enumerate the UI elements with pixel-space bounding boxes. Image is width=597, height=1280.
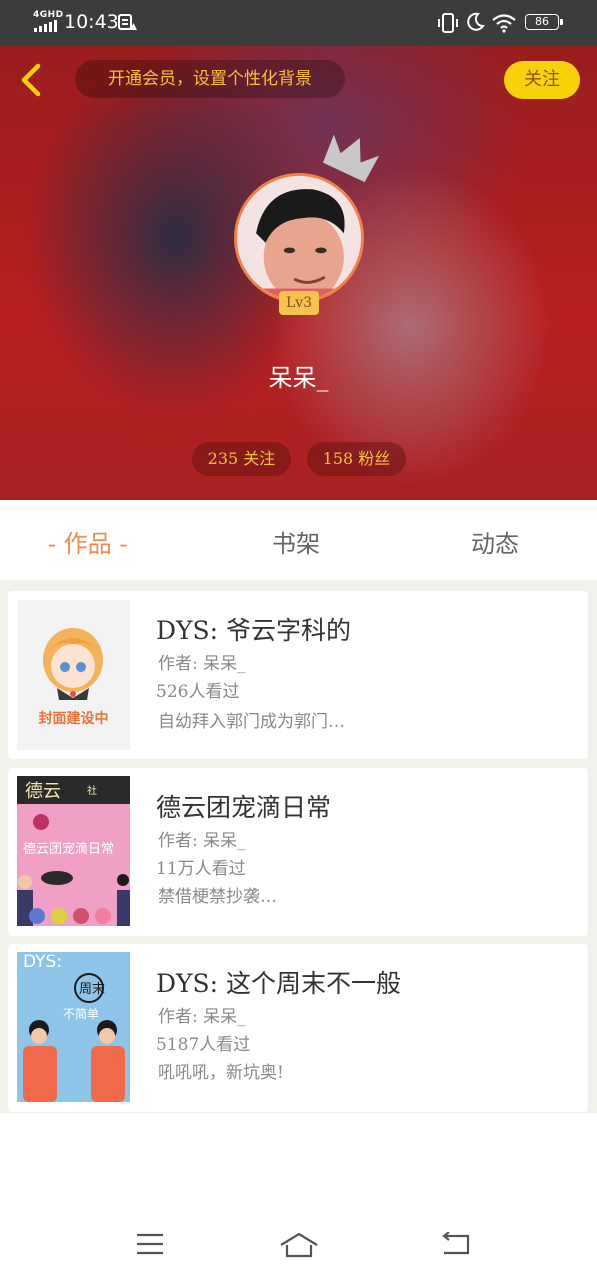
work-card[interactable]: 德云 社 德云团宠滴日常 德云团宠滴日常 作者: 呆呆_ 11万人看过 禁借梗禁… xyxy=(8,768,588,936)
menu-icon[interactable] xyxy=(135,1232,165,1256)
avatar[interactable] xyxy=(234,173,364,303)
level-badge: Lv3 xyxy=(279,291,319,315)
cover-placeholder-text: 封面建设中 xyxy=(38,711,109,727)
avatar-image xyxy=(237,176,361,300)
tab-works[interactable]: - 作品 - xyxy=(48,524,127,559)
work-author: 作者: 呆呆_ xyxy=(158,1007,246,1027)
profile-header: 开通会员，设置个性化背景 关注 Lv3 呆呆_ 235 关注 158 粉丝 xyxy=(0,46,597,500)
vip-background-prompt[interactable]: 开通会员，设置个性化背景 xyxy=(75,60,345,98)
work-cover: 德云 社 德云团宠滴日常 xyxy=(17,776,130,926)
works-list: 封面建设中 DYS: 爷云字科的 作者: 呆呆_ 526人看过 自幼拜入郭门成为… xyxy=(0,580,597,1113)
cover-title-text: DYS: xyxy=(23,952,63,972)
tab-bookshelf[interactable]: 书架 xyxy=(272,524,320,559)
work-description: 自幼拜入郭门成为郭门… xyxy=(158,712,345,732)
do-not-disturb-icon xyxy=(467,12,485,31)
work-author: 作者: 呆呆_ xyxy=(158,831,246,851)
home-icon[interactable] xyxy=(279,1232,319,1258)
status-bar: 4GHD 10:43 86 xyxy=(0,0,597,46)
wifi-icon xyxy=(492,14,516,33)
network-type: 4GHD xyxy=(33,10,64,20)
work-views: 5187人看过 xyxy=(156,1035,251,1055)
work-description: 禁借梗禁抄袭… xyxy=(158,887,277,907)
work-title: DYS: 这个周末不一般 xyxy=(156,969,402,998)
work-description: 吼吼吼，新坑奥! xyxy=(158,1063,284,1083)
vibrate-icon xyxy=(438,13,458,33)
back-icon[interactable] xyxy=(440,1232,470,1256)
back-arrow-icon[interactable] xyxy=(12,60,52,100)
work-title: DYS: 爷云字科的 xyxy=(156,616,352,645)
work-card[interactable]: 周末 不简单 DYS: DYS: 这个周末不一般 作者: 呆呆_ 5187人看过… xyxy=(8,944,588,1112)
battery-indicator: 86 xyxy=(525,14,563,30)
sim-alert-icon xyxy=(118,14,137,30)
tab-activity[interactable]: 动态 xyxy=(471,524,519,559)
work-card[interactable]: 封面建设中 DYS: 爷云字科的 作者: 呆呆_ 526人看过 自幼拜入郭门成为… xyxy=(8,591,588,759)
work-views: 526人看过 xyxy=(156,682,240,702)
work-cover: 周末 不简单 DYS: xyxy=(17,952,130,1102)
work-cover: 封面建设中 xyxy=(17,600,130,750)
signal-icon xyxy=(34,20,57,32)
fans-count-button[interactable]: 158 粉丝 xyxy=(307,442,406,476)
system-nav-bar xyxy=(0,1210,597,1280)
crown-icon xyxy=(322,134,380,183)
svg-text:不简单: 不简单 xyxy=(63,1007,99,1021)
svg-text:社: 社 xyxy=(87,784,97,797)
svg-text:周末: 周末 xyxy=(79,982,105,997)
status-time: 10:43 xyxy=(64,11,119,33)
follow-button[interactable]: 关注 xyxy=(504,61,580,99)
profile-tabs: - 作品 - 书架 动态 xyxy=(0,500,597,580)
work-author: 作者: 呆呆_ xyxy=(158,654,246,674)
svg-text:德云: 德云 xyxy=(25,781,61,802)
cover-image: 周末 不简单 xyxy=(23,973,125,1102)
work-views: 11万人看过 xyxy=(156,859,246,879)
username: 呆呆_ xyxy=(268,364,329,392)
work-title: 德云团宠滴日常 xyxy=(156,793,332,822)
following-count-button[interactable]: 235 关注 xyxy=(192,442,291,476)
cover-title-text: 德云团宠滴日常 xyxy=(23,842,115,857)
